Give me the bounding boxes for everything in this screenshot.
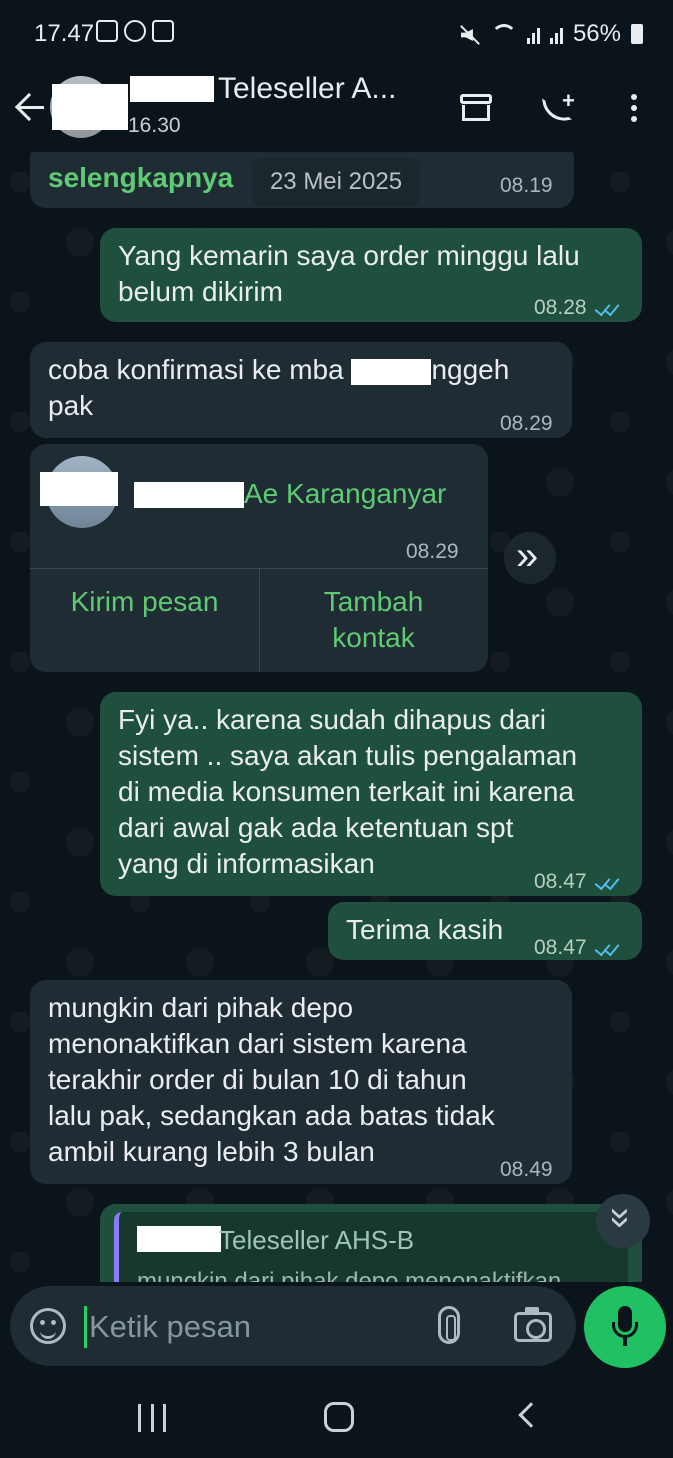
message-outgoing[interactable]: Terima kasih 08.47 [328,902,642,960]
contact-card[interactable]: Ae Karanganyar 08.29 Kirim pesan Tambah … [30,444,488,672]
redaction [137,1226,221,1252]
camera-icon[interactable] [514,1307,552,1342]
system-nav-bar [0,1382,673,1458]
read-ticks-icon [593,941,619,955]
home-icon[interactable] [324,1402,354,1432]
forward-icon[interactable] [504,532,556,584]
message-time: 08.47 [534,864,619,900]
message-time: 08.29 [500,412,553,435]
last-seen: 16.30 [128,114,181,137]
message-time: 08.19 [500,174,553,197]
scroll-down-icon[interactable] [596,1194,650,1248]
message-text: coba konfirmasi ke mba nggeh pak [48,354,510,421]
message-text: Terima kasih [346,914,504,945]
date-chip: 23 Mei 2025 [252,158,420,206]
quoted-sender: Teleseller AHS-B [219,1225,415,1255]
message-time: 08.29 [406,540,459,563]
sticker-icon[interactable] [30,1308,66,1344]
recent-apps-icon[interactable] [138,1404,166,1432]
back-icon[interactable] [518,1402,544,1428]
mute-icon [459,23,481,45]
attach-icon[interactable] [438,1306,460,1344]
status-bar: 17.47 56% [0,0,673,70]
mail-icon [152,20,174,42]
battery-level: 56% [572,20,621,47]
read-ticks-icon [593,875,619,889]
redaction [40,472,118,506]
notification-icons [96,20,174,42]
chat-header: Teleseller A... 16.30 + [0,70,673,152]
message-outgoing[interactable]: Yang kemarin saya order minggu lalu belu… [100,228,642,322]
read-ticks-icon [593,301,619,315]
gallery-icon [96,20,118,42]
message-incoming[interactable]: coba konfirmasi ke mba nggeh pak 08.29 [30,342,572,438]
contact-name[interactable]: Teleseller A... [218,72,396,106]
quoted-message[interactable]: Teleseller AHS-B mungkin dari pihak depo… [114,1212,628,1282]
call-add-icon[interactable]: + [540,88,580,128]
message-time: 08.28 [534,290,619,326]
back-arrow-icon[interactable] [12,88,52,128]
compose-pill [10,1286,576,1366]
wifi-icon [490,24,517,44]
add-contact-button[interactable]: Tambah kontak [259,584,488,656]
message-incoming[interactable]: mungkin dari pihak depo menonaktifkan da… [30,980,572,1184]
message-outgoing[interactable]: Fyi ya.. karena sudah dihapus dari siste… [100,692,642,896]
quoted-text: mungkin dari pihak depo menonaktifkan [137,1268,562,1282]
signal-icon [526,24,540,44]
message-text: Fyi ya.. karena sudah dihapus dari siste… [118,704,578,879]
store-icon[interactable] [456,88,496,128]
whatsapp-icon [124,20,146,42]
status-time: 17.47 [34,20,95,47]
redaction [130,76,214,102]
contact-name: Ae Karanganyar [244,478,447,509]
message-time: 08.47 [534,930,619,966]
message-outgoing-reply[interactable]: Teleseller AHS-B mungkin dari pihak depo… [100,1204,642,1282]
more-vert-icon[interactable] [614,88,654,128]
message-input[interactable] [84,1306,414,1348]
redaction [52,84,128,130]
battery-icon [631,24,643,44]
read-more-link[interactable]: selengkapnya [48,160,233,196]
signal-icon-2 [549,24,563,44]
chat-area[interactable]: selengkapnya 08.19 23 Mei 2025 Yang kema… [0,152,673,1282]
message-time: 08.49 [500,1158,553,1181]
message-text: mungkin dari pihak depo menonaktifkan da… [48,992,495,1167]
mic-button[interactable] [584,1286,666,1368]
send-message-button[interactable]: Kirim pesan [30,584,259,620]
status-right: 56% [459,20,643,48]
compose-bar [0,1282,673,1382]
redaction [134,482,244,508]
